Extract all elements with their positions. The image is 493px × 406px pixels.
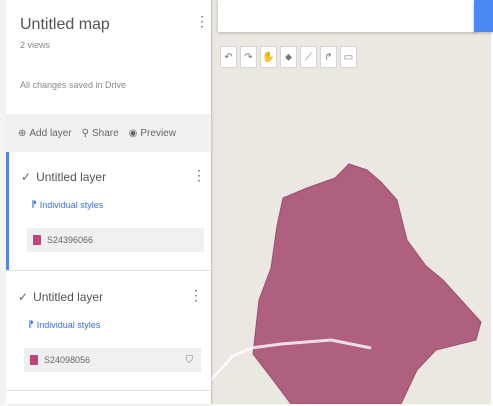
share-label: Share <box>91 127 119 139</box>
polygon-swatch-icon <box>30 355 38 365</box>
checkbox-icon[interactable]: ✓ <box>21 170 31 184</box>
layer-header: ✓ Untitled layer <box>18 290 103 304</box>
divider <box>6 390 211 391</box>
hand-icon[interactable]: ✋ <box>260 46 277 68</box>
layer-panel-2[interactable]: ✓ Untitled layer ⋮ ⁋ Individual styles S… <box>6 272 211 390</box>
styles-label: Individual styles <box>36 319 101 330</box>
views-count: 2 views <box>20 40 51 50</box>
undo-icon[interactable]: ↶ <box>220 46 237 68</box>
layer-panel-1[interactable]: ✓ Untitled layer ⋮ ⁋ Individual styles S… <box>6 152 211 270</box>
feature-label: S24098056 <box>44 355 91 365</box>
layer-name[interactable]: Untitled layer <box>33 290 103 304</box>
polygon-swatch-icon <box>33 235 41 245</box>
feature-label: S24396066 <box>47 235 94 245</box>
map-toolbar: ↶ ↷ ✋ ⬥ ⟋ ↱ ▭ <box>220 46 357 72</box>
paint-roller-icon: ⁋ <box>28 319 34 329</box>
paint-bucket-icon[interactable]: ⛉ <box>186 355 194 366</box>
add-layer-button[interactable]: ⊕ Add layer <box>18 128 72 139</box>
feature-item[interactable]: S24098056 ⛉ <box>24 348 201 372</box>
search-button[interactable] <box>474 0 493 32</box>
add-layer-label: Add layer <box>29 127 72 139</box>
layer-header: ✓ Untitled layer <box>21 170 106 184</box>
feature-item[interactable]: S24396066 <box>27 228 204 252</box>
ruler-icon[interactable]: ▭ <box>340 46 357 68</box>
layer-options-icon[interactable]: ⋮ <box>192 168 206 182</box>
action-bar: ⊕ Add layer ⚲ Share ◉ Preview <box>6 114 211 152</box>
sidebar: Untitled map 2 views All changes saved i… <box>6 0 211 404</box>
styles-link[interactable]: ⁋ Individual styles <box>31 199 103 210</box>
search-box[interactable] <box>218 0 476 32</box>
map-options-icon[interactable]: ⋮ <box>195 14 209 28</box>
layer-name[interactable]: Untitled layer <box>36 170 106 184</box>
share-icon: ⚲ <box>81 127 89 139</box>
preview-icon: ◉ <box>128 127 138 139</box>
marker-icon[interactable]: ⬥ <box>280 46 297 68</box>
preview-button[interactable]: ◉ Preview <box>129 128 176 139</box>
line-icon[interactable]: ⟋ <box>300 46 317 68</box>
map-polygon[interactable] <box>252 163 482 404</box>
route-icon[interactable]: ↱ <box>320 46 337 68</box>
divider <box>6 270 211 271</box>
share-button[interactable]: ⚲ Share <box>82 128 119 139</box>
checkbox-icon[interactable]: ✓ <box>18 290 28 304</box>
paint-roller-icon: ⁋ <box>31 199 37 209</box>
styles-label: Individual styles <box>39 199 104 210</box>
styles-link[interactable]: ⁋ Individual styles <box>28 319 100 330</box>
preview-label: Preview <box>140 127 176 139</box>
save-status: All changes saved in Drive <box>20 80 127 90</box>
redo-icon[interactable]: ↷ <box>240 46 257 68</box>
add-layer-icon: ⊕ <box>18 127 27 139</box>
map-title[interactable]: Untitled map <box>20 16 110 34</box>
layer-options-icon[interactable]: ⋮ <box>189 288 203 302</box>
